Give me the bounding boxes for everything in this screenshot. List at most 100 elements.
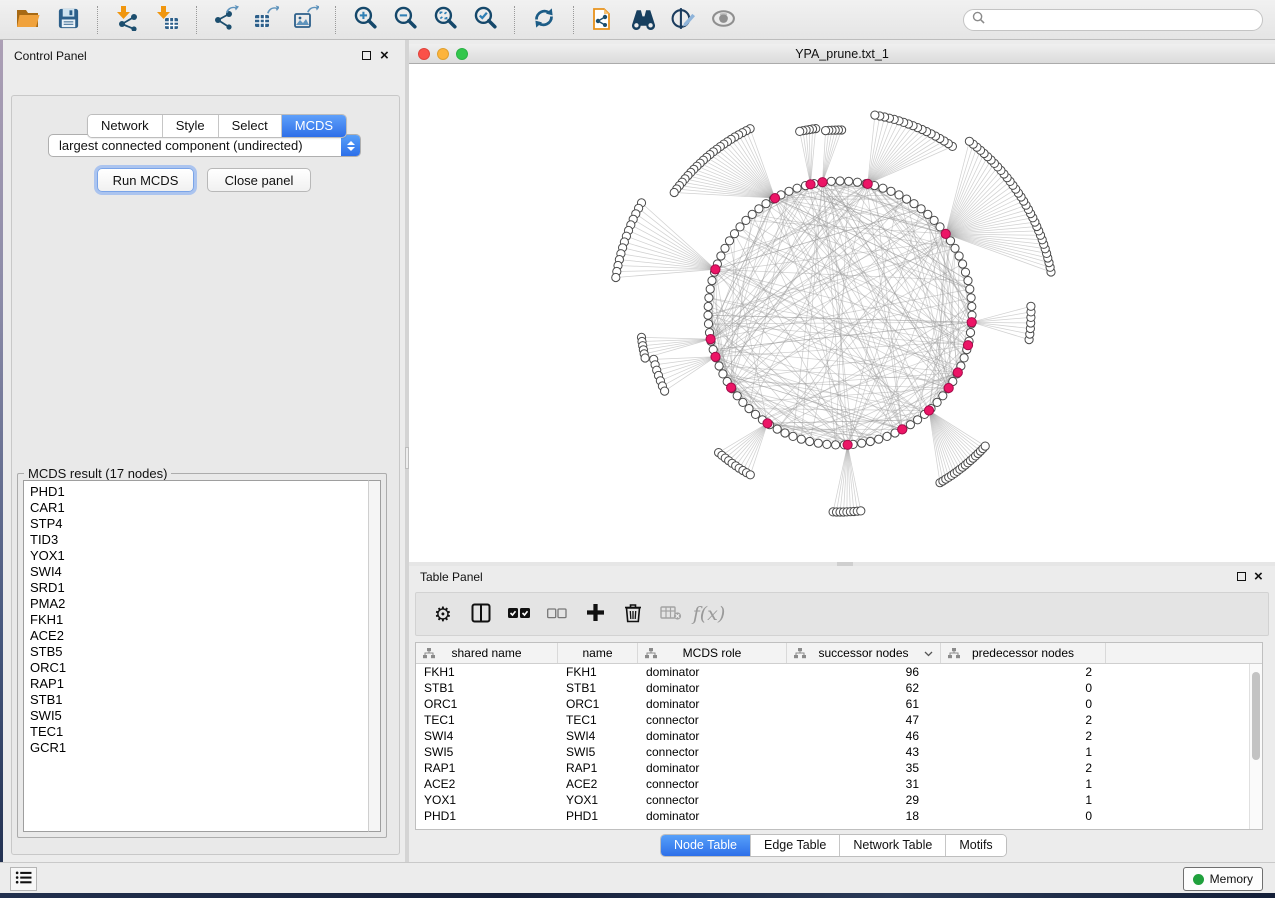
delete-column-button[interactable]: [620, 601, 646, 627]
float-panel-icon[interactable]: [1237, 572, 1246, 581]
table-row[interactable]: YOX1YOX1connector291: [416, 792, 1249, 808]
tab-select[interactable]: Select: [219, 115, 282, 137]
close-panel-icon[interactable]: ×: [1254, 571, 1263, 583]
table-settings-button[interactable]: ⚙: [430, 601, 456, 627]
column-type-icon: [948, 648, 960, 659]
cell-predecessor-nodes: 1: [941, 793, 1106, 807]
refresh-layout-button[interactable]: [527, 4, 561, 36]
export-table-button[interactable]: [249, 4, 283, 36]
mcds-result-list[interactable]: PHD1CAR1STP4TID3YOX1SWI4SRD1PMA2FKH1ACE2…: [23, 480, 368, 832]
zoom-fit-icon: [432, 5, 459, 35]
cell-predecessor-nodes: 2: [941, 761, 1106, 775]
network-window-titlebar[interactable]: YPA_prune.txt_1: [409, 44, 1275, 64]
import-table-button[interactable]: [150, 4, 184, 36]
cell-MCDS-role: dominator: [638, 665, 787, 679]
result-item[interactable]: SWI4: [24, 564, 368, 580]
cell-shared-name: ACE2: [416, 777, 558, 791]
table-scrollbar[interactable]: [1249, 664, 1262, 829]
column-header-MCDS-role[interactable]: MCDS role: [638, 643, 787, 663]
memory-button[interactable]: Memory: [1183, 867, 1263, 891]
delete-table-icon: [660, 605, 682, 624]
search-input[interactable]: [991, 13, 1254, 27]
table-row[interactable]: STB1STB1dominator620: [416, 680, 1249, 696]
table-row[interactable]: SWI5SWI5connector431: [416, 744, 1249, 760]
add-column-button[interactable]: [582, 601, 608, 627]
result-item[interactable]: TID3: [24, 532, 368, 548]
result-item[interactable]: ACE2: [24, 628, 368, 644]
cell-predecessor-nodes: 0: [941, 697, 1106, 711]
result-item[interactable]: STB1: [24, 692, 368, 708]
import-network-button[interactable]: [110, 4, 144, 36]
find-button[interactable]: [626, 4, 660, 36]
tab-network[interactable]: Network: [88, 115, 163, 137]
export-image-button[interactable]: [289, 4, 323, 36]
task-history-button[interactable]: [10, 867, 37, 891]
select-all-columns-button[interactable]: [506, 601, 532, 627]
unselect-all-columns-button[interactable]: [544, 601, 570, 627]
result-scrollbar[interactable]: [368, 480, 381, 832]
table-row[interactable]: ACE2ACE2connector311: [416, 776, 1249, 792]
column-header-predecessor-nodes[interactable]: predecessor nodes: [941, 643, 1106, 663]
export-network-button[interactable]: [209, 4, 243, 36]
scrollbar-thumb[interactable]: [1252, 672, 1260, 760]
result-item[interactable]: CAR1: [24, 500, 368, 516]
tab-mcds[interactable]: MCDS: [282, 115, 346, 137]
float-panel-icon[interactable]: [362, 51, 371, 60]
cell-predecessor-nodes: 2: [941, 665, 1106, 679]
close-panel-button[interactable]: Close panel: [207, 168, 311, 192]
result-item[interactable]: ORC1: [24, 660, 368, 676]
split-view-button[interactable]: [468, 601, 494, 627]
result-item[interactable]: FKH1: [24, 612, 368, 628]
cell-successor-nodes: 46: [787, 729, 941, 743]
run-mcds-button[interactable]: Run MCDS: [97, 168, 194, 192]
column-header-successor-nodes[interactable]: successor nodes: [787, 643, 941, 663]
cell-successor-nodes: 29: [787, 793, 941, 807]
zoom-in-button[interactable]: [348, 4, 382, 36]
eye-icon: [710, 5, 737, 35]
result-item[interactable]: PMA2: [24, 596, 368, 612]
table-panel-title: Table Panel: [420, 570, 483, 584]
share-network-button[interactable]: [586, 4, 620, 36]
result-item[interactable]: YOX1: [24, 548, 368, 564]
zoom-selected-button[interactable]: [468, 4, 502, 36]
function-builder-button[interactable]: f(x): [696, 601, 722, 627]
result-item[interactable]: PHD1: [24, 484, 368, 500]
result-item[interactable]: TEC1: [24, 724, 368, 740]
zoom-out-button[interactable]: [388, 4, 422, 36]
result-item[interactable]: RAP1: [24, 676, 368, 692]
tab-style[interactable]: Style: [163, 115, 219, 137]
result-item[interactable]: GCR1: [24, 740, 368, 756]
result-item[interactable]: STB5: [24, 644, 368, 660]
table-row[interactable]: FKH1FKH1dominator962: [416, 664, 1249, 680]
tab-node-table[interactable]: Node Table: [661, 835, 751, 856]
cell-name: SWI5: [558, 745, 638, 759]
tab-motifs[interactable]: Motifs: [946, 835, 1005, 856]
open-session-button[interactable]: [11, 4, 45, 36]
annotation-style-button[interactable]: [666, 4, 700, 36]
delete-table-button[interactable]: [658, 601, 684, 627]
column-header-name[interactable]: name: [558, 643, 638, 663]
tab-network-table[interactable]: Network Table: [840, 835, 946, 856]
cell-MCDS-role: connector: [638, 713, 787, 727]
toolbar-separator: [97, 6, 98, 34]
toolbar-separator: [335, 6, 336, 34]
result-item[interactable]: STP4: [24, 516, 368, 532]
table-row[interactable]: TEC1TEC1connector472: [416, 712, 1249, 728]
close-panel-icon[interactable]: ×: [380, 50, 389, 62]
cell-successor-nodes: 61: [787, 697, 941, 711]
table-row[interactable]: SWI4SWI4dominator462: [416, 728, 1249, 744]
save-session-button[interactable]: [51, 4, 85, 36]
toolbar-separator: [573, 6, 574, 34]
table-row[interactable]: RAP1RAP1dominator352: [416, 760, 1249, 776]
result-item[interactable]: SRD1: [24, 580, 368, 596]
table-row[interactable]: ORC1ORC1dominator610: [416, 696, 1249, 712]
zoom-fit-button[interactable]: [428, 4, 462, 36]
result-item[interactable]: SWI5: [24, 708, 368, 724]
tab-edge-table[interactable]: Edge Table: [751, 835, 840, 856]
column-header-shared-name[interactable]: shared name: [416, 643, 558, 663]
cell-shared-name: YOX1: [416, 793, 558, 807]
birds-eye-view-button[interactable]: [706, 4, 740, 36]
cell-shared-name: ORC1: [416, 697, 558, 711]
table-row[interactable]: PHD1PHD1dominator180: [416, 808, 1249, 824]
network-canvas[interactable]: [409, 64, 1275, 562]
